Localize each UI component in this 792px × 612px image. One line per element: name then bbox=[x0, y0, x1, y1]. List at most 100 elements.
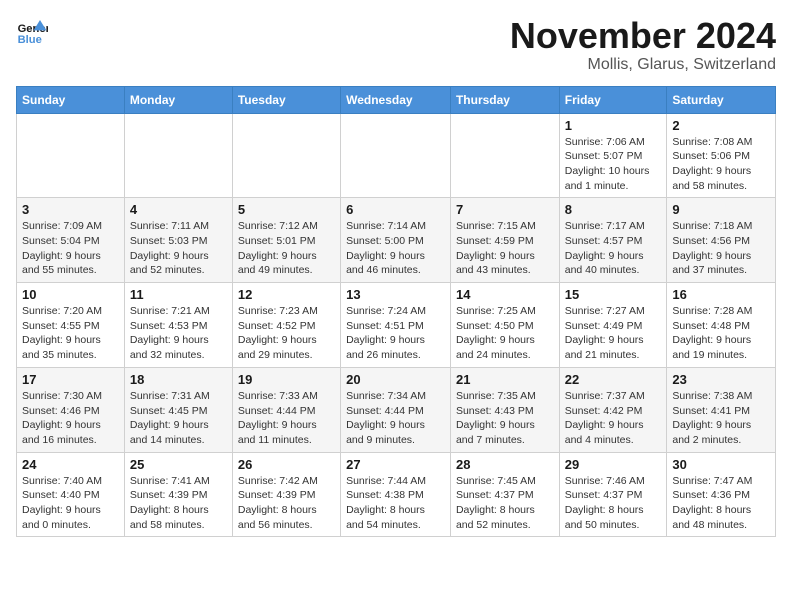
day-number: 24 bbox=[22, 457, 119, 472]
day-number: 26 bbox=[238, 457, 335, 472]
day-info: Sunrise: 7:37 AM Sunset: 4:42 PM Dayligh… bbox=[565, 389, 662, 448]
day-info: Sunrise: 7:33 AM Sunset: 4:44 PM Dayligh… bbox=[238, 389, 335, 448]
day-info: Sunrise: 7:09 AM Sunset: 5:04 PM Dayligh… bbox=[22, 219, 119, 278]
day-number: 2 bbox=[672, 118, 770, 133]
day-number: 4 bbox=[130, 202, 227, 217]
calendar-cell: 22 Sunrise: 7:37 AM Sunset: 4:42 PM Dayli… bbox=[559, 367, 667, 452]
day-info: Sunrise: 7:27 AM Sunset: 4:49 PM Dayligh… bbox=[565, 304, 662, 363]
calendar-cell: 14Sunrise: 7:25 AM Sunset: 4:50 PM Dayli… bbox=[450, 283, 559, 368]
calendar-cell: 21 Sunrise: 7:35 AM Sunset: 4:43 PM Dayli… bbox=[450, 367, 559, 452]
day-number: 13 bbox=[346, 287, 445, 302]
calendar-cell: 11 Sunrise: 7:21 AM Sunset: 4:53 PM Dayli… bbox=[124, 283, 232, 368]
calendar-cell: 12 Sunrise: 7:23 AM Sunset: 4:52 PM Dayli… bbox=[232, 283, 340, 368]
day-info: Sunrise: 7:42 AM Sunset: 4:39 PM Dayligh… bbox=[238, 474, 335, 533]
weekday-header-tuesday: Tuesday bbox=[232, 86, 340, 113]
weekday-header-saturday: Saturday bbox=[667, 86, 776, 113]
day-number: 12 bbox=[238, 287, 335, 302]
day-info: Sunrise: 7:14 AM Sunset: 5:00 PM Dayligh… bbox=[346, 219, 445, 278]
day-info: Sunrise: 7:30 AM Sunset: 4:46 PM Dayligh… bbox=[22, 389, 119, 448]
day-info: Sunrise: 7:38 AM Sunset: 4:41 PM Dayligh… bbox=[672, 389, 770, 448]
day-info: Sunrise: 7:44 AM Sunset: 4:38 PM Dayligh… bbox=[346, 474, 445, 533]
day-info: Sunrise: 7:34 AM Sunset: 4:44 PM Dayligh… bbox=[346, 389, 445, 448]
week-row-4: 17Sunrise: 7:30 AM Sunset: 4:46 PM Dayli… bbox=[17, 367, 776, 452]
day-number: 16 bbox=[672, 287, 770, 302]
day-number: 22 bbox=[565, 372, 662, 387]
calendar-cell: 23 Sunrise: 7:38 AM Sunset: 4:41 PM Dayli… bbox=[667, 367, 776, 452]
calendar-cell bbox=[17, 113, 125, 198]
weekday-header-sunday: Sunday bbox=[17, 86, 125, 113]
day-number: 1 bbox=[565, 118, 662, 133]
calendar-cell: 27 Sunrise: 7:44 AM Sunset: 4:38 PM Dayli… bbox=[341, 452, 451, 537]
calendar-cell: 13 Sunrise: 7:24 AM Sunset: 4:51 PM Dayli… bbox=[341, 283, 451, 368]
calendar-cell: 19 Sunrise: 7:33 AM Sunset: 4:44 PM Dayli… bbox=[232, 367, 340, 452]
day-info: Sunrise: 7:47 AM Sunset: 4:36 PM Dayligh… bbox=[672, 474, 770, 533]
week-row-5: 24Sunrise: 7:40 AM Sunset: 4:40 PM Dayli… bbox=[17, 452, 776, 537]
calendar-cell: 25 Sunrise: 7:41 AM Sunset: 4:39 PM Dayli… bbox=[124, 452, 232, 537]
day-number: 5 bbox=[238, 202, 335, 217]
calendar-cell: 24Sunrise: 7:40 AM Sunset: 4:40 PM Dayli… bbox=[17, 452, 125, 537]
weekday-header-monday: Monday bbox=[124, 86, 232, 113]
calendar-cell: 3 Sunrise: 7:09 AM Sunset: 5:04 PM Daylig… bbox=[17, 198, 125, 283]
day-number: 21 bbox=[456, 372, 554, 387]
week-row-1: 1 Sunrise: 7:06 AM Sunset: 5:07 PM Daylig… bbox=[17, 113, 776, 198]
day-number: 8 bbox=[565, 202, 662, 217]
day-info: Sunrise: 7:24 AM Sunset: 4:51 PM Dayligh… bbox=[346, 304, 445, 363]
day-number: 30 bbox=[672, 457, 770, 472]
day-number: 23 bbox=[672, 372, 770, 387]
calendar-cell bbox=[124, 113, 232, 198]
day-number: 7 bbox=[456, 202, 554, 217]
day-number: 28 bbox=[456, 457, 554, 472]
day-info: Sunrise: 7:41 AM Sunset: 4:39 PM Dayligh… bbox=[130, 474, 227, 533]
day-info: Sunrise: 7:45 AM Sunset: 4:37 PM Dayligh… bbox=[456, 474, 554, 533]
day-info: Sunrise: 7:21 AM Sunset: 4:53 PM Dayligh… bbox=[130, 304, 227, 363]
calendar-cell: 16 Sunrise: 7:28 AM Sunset: 4:48 PM Dayli… bbox=[667, 283, 776, 368]
calendar-cell: 8 Sunrise: 7:17 AM Sunset: 4:57 PM Daylig… bbox=[559, 198, 667, 283]
day-number: 19 bbox=[238, 372, 335, 387]
calendar-cell: 20 Sunrise: 7:34 AM Sunset: 4:44 PM Dayli… bbox=[341, 367, 451, 452]
day-info: Sunrise: 7:06 AM Sunset: 5:07 PM Dayligh… bbox=[565, 135, 662, 194]
calendar-cell: 18Sunrise: 7:31 AM Sunset: 4:45 PM Dayli… bbox=[124, 367, 232, 452]
calendar-cell: 9 Sunrise: 7:18 AM Sunset: 4:56 PM Daylig… bbox=[667, 198, 776, 283]
day-number: 27 bbox=[346, 457, 445, 472]
day-info: Sunrise: 7:46 AM Sunset: 4:37 PM Dayligh… bbox=[565, 474, 662, 533]
day-number: 20 bbox=[346, 372, 445, 387]
day-info: Sunrise: 7:35 AM Sunset: 4:43 PM Dayligh… bbox=[456, 389, 554, 448]
calendar-cell: 28 Sunrise: 7:45 AM Sunset: 4:37 PM Dayli… bbox=[450, 452, 559, 537]
weekday-header-wednesday: Wednesday bbox=[341, 86, 451, 113]
calendar-cell: 4 Sunrise: 7:11 AM Sunset: 5:03 PM Daylig… bbox=[124, 198, 232, 283]
day-number: 10 bbox=[22, 287, 119, 302]
logo-icon: General Blue bbox=[16, 16, 48, 48]
calendar-cell: 30 Sunrise: 7:47 AM Sunset: 4:36 PM Dayli… bbox=[667, 452, 776, 537]
calendar-cell: 29Sunrise: 7:46 AM Sunset: 4:37 PM Dayli… bbox=[559, 452, 667, 537]
calendar-cell: 1 Sunrise: 7:06 AM Sunset: 5:07 PM Daylig… bbox=[559, 113, 667, 198]
weekday-header-thursday: Thursday bbox=[450, 86, 559, 113]
day-info: Sunrise: 7:18 AM Sunset: 4:56 PM Dayligh… bbox=[672, 219, 770, 278]
svg-text:Blue: Blue bbox=[18, 34, 42, 46]
weekday-header-friday: Friday bbox=[559, 86, 667, 113]
day-info: Sunrise: 7:23 AM Sunset: 4:52 PM Dayligh… bbox=[238, 304, 335, 363]
day-number: 9 bbox=[672, 202, 770, 217]
day-number: 3 bbox=[22, 202, 119, 217]
day-number: 25 bbox=[130, 457, 227, 472]
calendar-cell bbox=[232, 113, 340, 198]
week-row-2: 3 Sunrise: 7:09 AM Sunset: 5:04 PM Daylig… bbox=[17, 198, 776, 283]
calendar-cell: 5Sunrise: 7:12 AM Sunset: 5:01 PM Daylig… bbox=[232, 198, 340, 283]
calendar-cell: 26 Sunrise: 7:42 AM Sunset: 4:39 PM Dayli… bbox=[232, 452, 340, 537]
day-info: Sunrise: 7:11 AM Sunset: 5:03 PM Dayligh… bbox=[130, 219, 227, 278]
weekday-header-row: SundayMondayTuesdayWednesdayThursdayFrid… bbox=[17, 86, 776, 113]
calendar-cell: 2Sunrise: 7:08 AM Sunset: 5:06 PM Daylig… bbox=[667, 113, 776, 198]
calendar-table: SundayMondayTuesdayWednesdayThursdayFrid… bbox=[16, 86, 776, 538]
day-info: Sunrise: 7:17 AM Sunset: 4:57 PM Dayligh… bbox=[565, 219, 662, 278]
day-info: Sunrise: 7:15 AM Sunset: 4:59 PM Dayligh… bbox=[456, 219, 554, 278]
calendar-cell bbox=[341, 113, 451, 198]
logo: General Blue bbox=[16, 16, 48, 48]
calendar-cell: 15Sunrise: 7:27 AM Sunset: 4:49 PM Dayli… bbox=[559, 283, 667, 368]
title-block: November 2024 Mollis, Glarus, Switzerlan… bbox=[510, 16, 776, 74]
day-info: Sunrise: 7:28 AM Sunset: 4:48 PM Dayligh… bbox=[672, 304, 770, 363]
location-title: Mollis, Glarus, Switzerland bbox=[510, 56, 776, 74]
day-number: 6 bbox=[346, 202, 445, 217]
day-number: 11 bbox=[130, 287, 227, 302]
calendar-cell bbox=[450, 113, 559, 198]
calendar-cell: 17Sunrise: 7:30 AM Sunset: 4:46 PM Dayli… bbox=[17, 367, 125, 452]
calendar-cell: 7 Sunrise: 7:15 AM Sunset: 4:59 PM Daylig… bbox=[450, 198, 559, 283]
